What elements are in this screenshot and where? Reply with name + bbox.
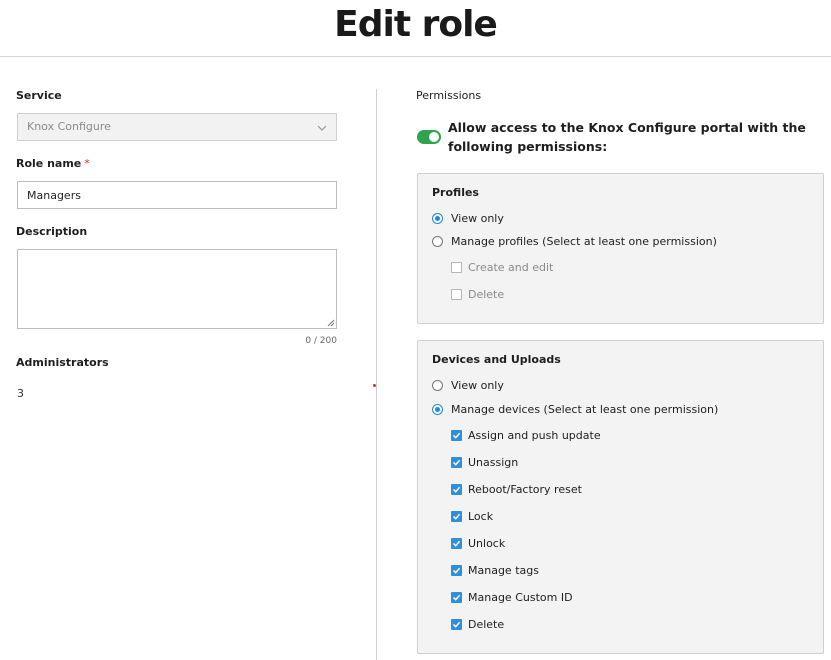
checkbox-label: Lock — [468, 509, 494, 523]
devices-unassign-checkbox[interactable]: Unassign — [451, 454, 518, 470]
checkbox-label: Assign and push update — [468, 428, 601, 442]
service-value: Knox Configure — [27, 120, 111, 133]
splitter-dot — [373, 384, 376, 387]
checkbox-checked-icon — [451, 456, 462, 468]
administrators-label: Administrators — [16, 356, 109, 369]
portal-access-toggle[interactable] — [417, 130, 441, 144]
profiles-panel: Profiles View only Manage profiles (Sele… — [417, 173, 824, 324]
devices-delete-checkbox[interactable]: Delete — [451, 616, 504, 632]
checkbox-unchecked-icon — [451, 261, 462, 273]
description-char-counter: 0 / 200 — [305, 336, 337, 346]
permissions-label: Permissions — [416, 89, 482, 102]
column-divider — [376, 89, 377, 660]
checkbox-checked-icon — [451, 618, 462, 630]
devices-view-only-radio[interactable]: View only — [432, 377, 504, 393]
service-select[interactable]: Knox Configure — [17, 113, 337, 141]
radio-label: Manage profiles (Select at least one per… — [451, 234, 717, 248]
page-title: Edit role — [334, 4, 498, 45]
profiles-create-edit-checkbox[interactable]: Create and edit — [451, 259, 553, 275]
portal-access-text: Allow access to the Knox Configure porta… — [448, 120, 806, 154]
checkbox-label: Manage Custom ID — [468, 590, 573, 604]
resize-grip-icon[interactable] — [327, 319, 335, 327]
checkbox-label: Unassign — [468, 455, 519, 469]
radio-label: View only — [451, 211, 504, 225]
devices-manage-tags-checkbox[interactable]: Manage tags — [451, 562, 539, 578]
devices-manage-custom-id-checkbox[interactable]: Manage Custom ID — [451, 589, 573, 605]
profiles-delete-checkbox[interactable]: Delete — [451, 286, 504, 302]
checkbox-checked-icon — [451, 510, 462, 522]
administrators-count: 3 — [17, 387, 24, 400]
devices-manage-radio[interactable]: Manage devices (Select at least one perm… — [432, 401, 718, 417]
description-textarea[interactable] — [17, 249, 337, 329]
radio-label: Manage devices (Select at least one perm… — [451, 402, 719, 416]
devices-unlock-checkbox[interactable]: Unlock — [451, 535, 505, 551]
devices-reboot-reset-checkbox[interactable]: Reboot/Factory reset — [451, 481, 582, 497]
devices-panel: Devices and Uploads View only Manage dev… — [417, 340, 824, 654]
checkbox-label: Unlock — [468, 536, 506, 550]
page-header: Edit role — [0, 0, 831, 57]
checkbox-label: Reboot/Factory reset — [468, 482, 582, 496]
checkbox-label: Manage tags — [468, 563, 539, 577]
profiles-manage-radio[interactable]: Manage profiles (Select at least one per… — [432, 233, 717, 249]
service-label: Service — [16, 89, 62, 102]
profiles-title: Profiles — [432, 186, 479, 199]
checkbox-checked-icon — [451, 537, 462, 549]
radio-unchecked-icon — [432, 235, 443, 247]
radio-label: View only — [451, 378, 504, 392]
checkbox-checked-icon — [451, 429, 462, 441]
checkbox-label: Delete — [468, 287, 505, 301]
devices-lock-checkbox[interactable]: Lock — [451, 508, 493, 524]
checkbox-checked-icon — [451, 483, 462, 495]
radio-checked-icon — [432, 403, 443, 415]
description-label: Description — [16, 225, 88, 238]
checkbox-checked-icon — [451, 564, 462, 576]
required-mark: * — [84, 157, 90, 170]
toggle-knob — [429, 132, 439, 142]
profiles-view-only-radio[interactable]: View only — [432, 210, 504, 226]
checkbox-label: Create and edit — [468, 260, 554, 274]
chevron-down-icon — [317, 125, 327, 131]
devices-assign-push-checkbox[interactable]: Assign and push update — [451, 427, 601, 443]
checkbox-checked-icon — [451, 591, 462, 603]
radio-checked-icon — [432, 212, 443, 224]
devices-title: Devices and Uploads — [432, 353, 561, 366]
checkbox-label: Delete — [468, 617, 505, 631]
radio-unchecked-icon — [432, 379, 443, 391]
checkbox-unchecked-icon — [451, 288, 462, 300]
role-name-label: Role name * — [16, 157, 90, 170]
role-name-input[interactable] — [17, 181, 337, 209]
